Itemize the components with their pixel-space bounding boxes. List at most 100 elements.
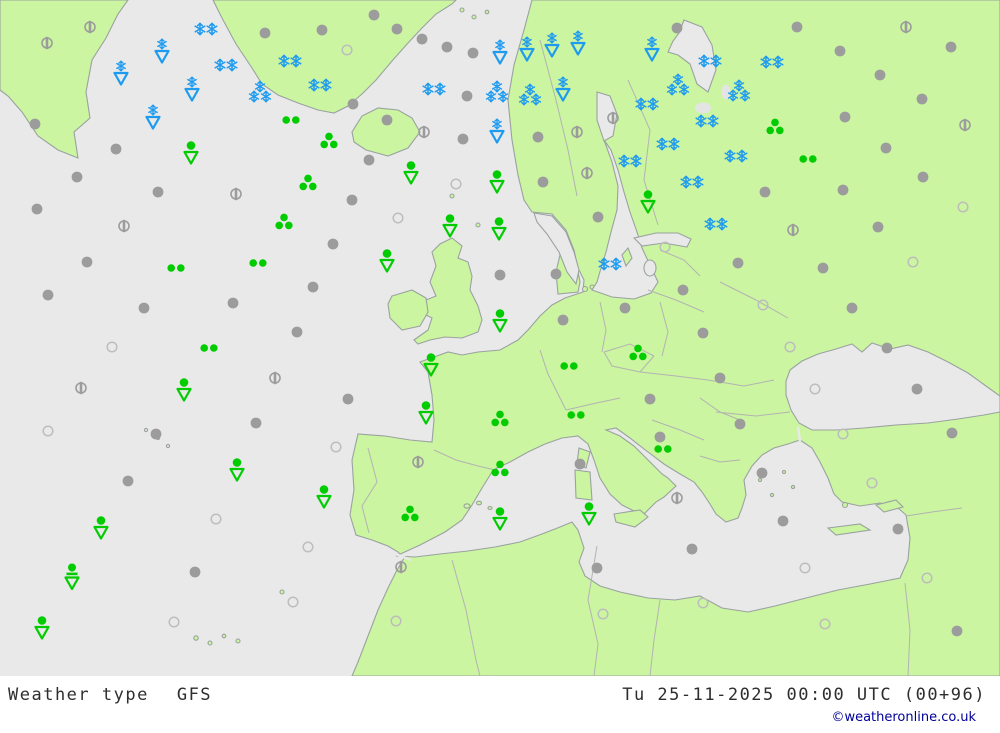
symbol-cloudy (82, 257, 93, 268)
symbol-cloudy (317, 25, 328, 36)
symbol-cloudy (620, 303, 631, 314)
symbol-cloudy (348, 99, 359, 110)
copyright-link[interactable]: ©weatheronline.co.uk (831, 710, 976, 725)
symbol-cloudy (592, 563, 603, 574)
symbol-cloudy (382, 115, 393, 126)
symbol-cloudy (328, 239, 339, 250)
symbol-cloudy (347, 195, 358, 206)
island (583, 287, 588, 292)
symbol-cloudy (575, 459, 586, 470)
product-title: Weather type GFS (8, 685, 212, 705)
island-canary (236, 639, 240, 643)
symbol-cloudy (655, 432, 666, 443)
island-shetland (476, 223, 480, 227)
island-rhodes (843, 503, 848, 508)
lake-ladoga (695, 103, 711, 114)
symbol-cloudy (840, 112, 851, 123)
symbol-cloudy (917, 94, 928, 105)
symbol-cloudy (882, 343, 893, 354)
island-canary (208, 641, 212, 645)
symbol-cloudy (835, 46, 846, 57)
symbol-cloudy (260, 28, 271, 39)
footer-bar: Weather type GFS Tu 25-11-2025 00:00 UTC … (0, 676, 1000, 733)
symbol-cloudy (458, 134, 469, 145)
symbol-cloudy (838, 185, 849, 196)
symbol-cloudy (369, 10, 380, 21)
symbol-cloudy (760, 187, 771, 198)
symbol-cloudy (462, 91, 473, 102)
island-canary (222, 634, 226, 638)
symbol-cloudy (873, 222, 884, 233)
symbol-cloudy (678, 285, 689, 296)
symbol-cloudy (495, 270, 506, 281)
island-menorca (477, 501, 482, 505)
model-label: GFS (177, 685, 212, 705)
symbol-cloudy (733, 258, 744, 269)
symbol-cloudy (308, 282, 319, 293)
symbol-cloudy (672, 23, 683, 34)
island-ibiza (488, 507, 492, 510)
symbol-cloudy (442, 42, 453, 53)
weather-map (0, 0, 1000, 676)
symbol-cloudy (153, 187, 164, 198)
symbol-cloudy (551, 269, 562, 280)
symbol-cloudy (912, 384, 923, 395)
symbol-cloudy (847, 303, 858, 314)
island-aegean (791, 485, 794, 488)
valid-time-label: Tu 25-11-2025 00:00 UTC (00+96) (622, 685, 986, 705)
symbol-cloudy (190, 567, 201, 578)
symbol-cloudy (30, 119, 41, 130)
island (472, 15, 476, 19)
symbol-cloudy (698, 328, 709, 339)
symbol-cloudy (251, 418, 262, 429)
product-label: Weather type (8, 685, 149, 705)
symbol-cloudy (111, 144, 122, 155)
island-faroe (450, 194, 454, 198)
symbol-cloudy (123, 476, 134, 487)
island-aegean (770, 493, 773, 496)
symbol-cloudy (952, 626, 963, 637)
symbol-cloudy (778, 516, 789, 527)
symbol-cloudy (32, 204, 43, 215)
island-madeira (280, 590, 284, 594)
symbol-cloudy (918, 172, 929, 183)
symbol-cloudy (292, 327, 303, 338)
symbol-cloudy (818, 263, 829, 274)
symbol-cloudy (533, 132, 544, 143)
symbol-cloudy (139, 303, 150, 314)
symbol-cloudy (43, 290, 54, 301)
symbol-cloudy (417, 34, 428, 45)
symbol-cloudy (392, 24, 403, 35)
symbol-cloudy (893, 524, 904, 535)
symbol-cloudy (645, 394, 656, 405)
island (460, 8, 464, 12)
island-azores (144, 428, 147, 431)
symbol-cloudy (687, 544, 698, 555)
island-mallorca (464, 504, 470, 508)
symbol-cloudy (715, 373, 726, 384)
symbol-cloudy (468, 48, 479, 59)
symbol-cloudy (151, 429, 162, 440)
symbol-cloudy (228, 298, 239, 309)
symbol-cloudy (558, 315, 569, 326)
island-sardinia (575, 470, 592, 500)
symbol-cloudy (343, 394, 354, 405)
symbol-cloudy (946, 42, 957, 53)
symbol-cloudy (364, 155, 375, 166)
symbol-cloudy (881, 143, 892, 154)
sea-gulf-of-riga (644, 260, 656, 276)
symbol-cloudy (792, 22, 803, 33)
europe-map-canvas (0, 0, 1000, 676)
symbol-cloudy (538, 177, 549, 188)
island-azores (166, 444, 169, 447)
island-canary (194, 636, 198, 640)
symbol-cloudy (735, 419, 746, 430)
island-aegean (782, 470, 785, 473)
symbol-cloudy (72, 172, 83, 183)
weather-map-page: Weather type GFS Tu 25-11-2025 00:00 UTC … (0, 0, 1000, 733)
island-aegean (758, 478, 761, 481)
symbol-cloudy (947, 428, 958, 439)
symbol-cloudy (757, 468, 768, 479)
symbol-cloudy (875, 70, 886, 81)
symbol-cloudy (593, 212, 604, 223)
